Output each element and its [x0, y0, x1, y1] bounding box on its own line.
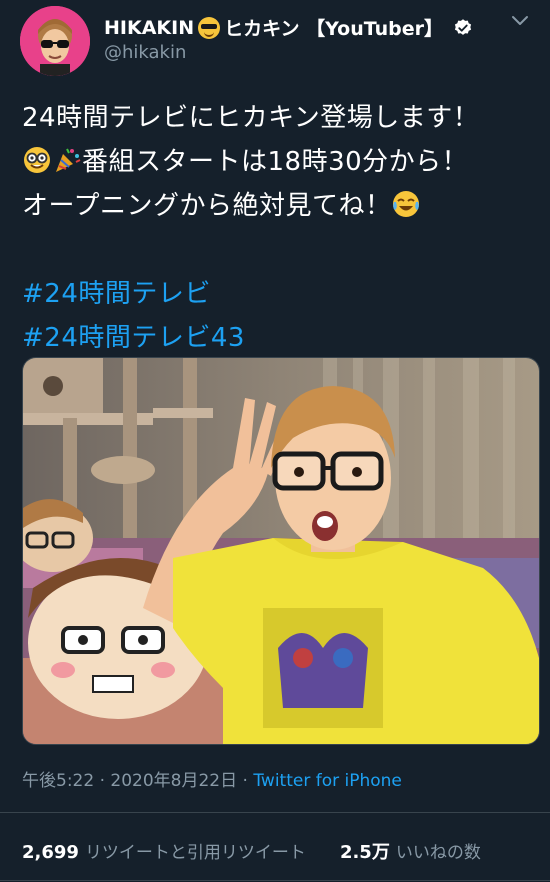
tweet-source-link[interactable]: Twitter for iPhone — [253, 771, 402, 791]
tweet-detail: HIKAKIN ヒカキン 【YouTuber】 @hikakin 24時間テレビ… — [0, 0, 550, 882]
tweet-photo[interactable] — [22, 357, 540, 745]
tweet-line-2-text: 番組スタートは18時30分から！ — [82, 147, 469, 177]
tweet-line-2: 番組スタートは18時30分から！ — [22, 140, 542, 184]
retweet-count[interactable]: 2,699 — [22, 842, 79, 863]
tweet-time[interactable]: 午後5:22 — [22, 771, 94, 791]
tweet-text: 24時間テレビにヒカキン登場します！ 番組スタートは18時30分から！ オープニ… — [22, 96, 542, 360]
party-popper-icon — [56, 148, 81, 172]
meta-separator: · — [237, 771, 254, 791]
tweet-line-3-text: オープニングから絶対見てね！ — [22, 191, 392, 221]
meta-separator: · — [94, 771, 111, 791]
author-handle[interactable]: @hikakin — [104, 42, 186, 63]
nerd-face-icon — [24, 147, 50, 173]
avatar-image — [20, 6, 90, 76]
tweet-stats: 2,699 リツイートと引用リツイート 2.5万 いいねの数 — [22, 838, 481, 864]
tweet-meta: 午後5:22 · 2020年8月22日 · Twitter for iPhone — [22, 766, 402, 791]
display-name-suffix: ヒカキン 【YouTuber】 — [224, 18, 443, 40]
display-name: HIKAKIN — [104, 16, 195, 39]
divider — [0, 812, 550, 813]
avatar[interactable] — [20, 6, 90, 76]
like-count[interactable]: 2.5万 — [340, 838, 390, 864]
hashtag-link[interactable]: #24時間テレビ — [22, 272, 542, 316]
selfie-photo — [23, 358, 539, 744]
tweet-line-3: オープニングから絶対見てね！ — [22, 184, 542, 228]
retweet-label[interactable]: リツイートと引用リツイート — [85, 838, 306, 863]
tears-of-joy-icon — [393, 191, 420, 217]
verified-badge-icon — [454, 18, 472, 35]
like-label[interactable]: いいねの数 — [396, 838, 481, 863]
author-name-row[interactable]: HIKAKIN ヒカキン 【YouTuber】 — [104, 14, 473, 41]
hashtag-link[interactable]: #24時間テレビ43 — [22, 316, 542, 360]
tweet-line-1: 24時間テレビにヒカキン登場します！ — [22, 103, 480, 133]
tweet-date[interactable]: 2020年8月22日 — [110, 771, 237, 791]
chevron-down-icon[interactable] — [508, 8, 532, 32]
sunglasses-face-icon — [198, 16, 221, 39]
divider — [0, 880, 550, 881]
